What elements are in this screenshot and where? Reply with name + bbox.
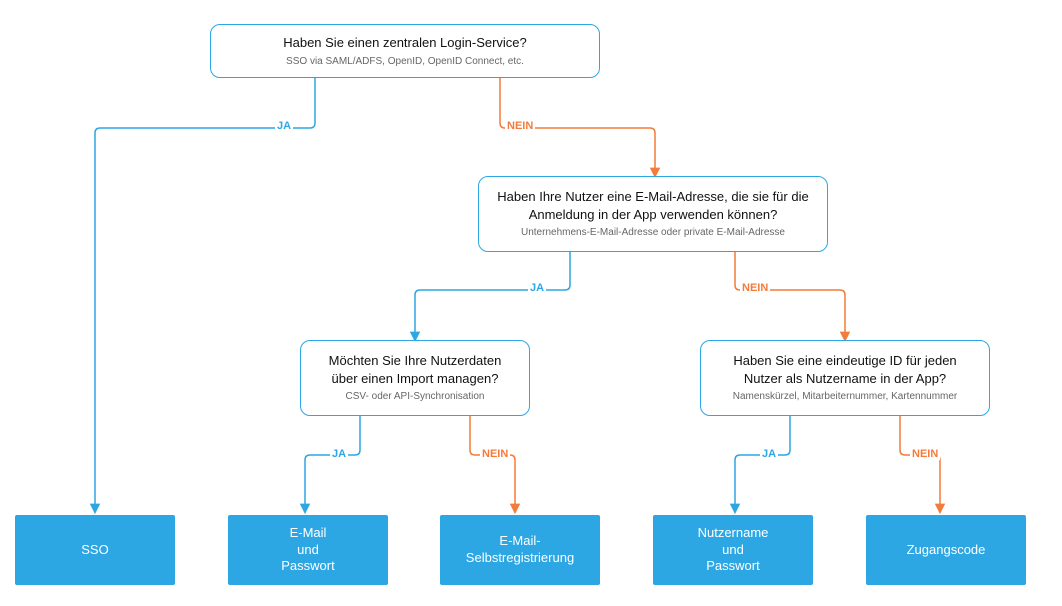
leaf-sso-label: SSO <box>81 542 108 559</box>
leaf-accesscode: Zugangscode <box>866 515 1026 585</box>
decision-q1: Haben Sie einen zentralen Login-Service?… <box>210 24 600 78</box>
leaf-user-pw-l1: Nutzername <box>698 525 769 542</box>
leaf-email-pw-l3: Passwort <box>281 558 334 575</box>
leaf-user-pw-l3: Passwort <box>706 558 759 575</box>
leaf-user-pw-l2: und <box>722 542 744 559</box>
q1-title: Haben Sie einen zentralen Login-Service? <box>283 34 527 52</box>
edge-q4-no: NEIN <box>910 448 940 460</box>
q1-subtitle: SSO via SAML/ADFS, OpenID, OpenID Connec… <box>286 56 524 69</box>
leaf-username-password: Nutzername und Passwort <box>653 515 813 585</box>
edge-q3-yes: JA <box>330 448 348 460</box>
leaf-email-self-l2: Selbstregistrierung <box>466 550 574 567</box>
leaf-email-self-l1: E-Mail- <box>499 533 540 550</box>
edge-q1-no: NEIN <box>505 120 535 132</box>
decision-q2: Haben Ihre Nutzer eine E-Mail-Adresse, d… <box>478 176 828 252</box>
q2-title: Haben Ihre Nutzer eine E-Mail-Adresse, d… <box>493 188 813 223</box>
leaf-sso: SSO <box>15 515 175 585</box>
edge-q3-no: NEIN <box>480 448 510 460</box>
q3-title: Möchten Sie Ihre Nutzerdaten über einen … <box>315 352 515 387</box>
decision-q3: Möchten Sie Ihre Nutzerdaten über einen … <box>300 340 530 416</box>
edge-q2-no: NEIN <box>740 282 770 294</box>
q4-subtitle: Namenskürzel, Mitarbeiternummer, Kartenn… <box>733 391 958 404</box>
leaf-email-selfreg: E-Mail- Selbstregistrierung <box>440 515 600 585</box>
q4-title: Haben Sie eine eindeutige ID für jeden N… <box>715 352 975 387</box>
leaf-email-password: E-Mail und Passwort <box>228 515 388 585</box>
decision-q4: Haben Sie eine eindeutige ID für jeden N… <box>700 340 990 416</box>
edge-q4-yes: JA <box>760 448 778 460</box>
leaf-email-pw-l1: E-Mail <box>290 525 327 542</box>
edge-q1-yes: JA <box>275 120 293 132</box>
edge-q2-yes: JA <box>528 282 546 294</box>
q3-subtitle: CSV- oder API-Synchronisation <box>346 391 485 404</box>
leaf-accesscode-label: Zugangscode <box>907 542 986 559</box>
leaf-email-pw-l2: und <box>297 542 319 559</box>
q2-subtitle: Unternehmens-E-Mail-Adresse oder private… <box>521 227 785 240</box>
